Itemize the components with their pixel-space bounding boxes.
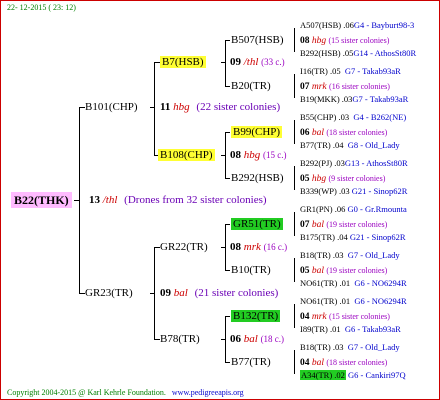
g2-drone-info: 06 bal (18 c.): [230, 333, 285, 345]
g3-queen[interactable]: GR51(TR): [231, 218, 283, 230]
g4-entry: B339(WP) .03 G21 - Sinop62R: [300, 186, 408, 196]
tree-line: [225, 178, 230, 179]
g4-entry: NO61(TR) .01 G6 - NO6294R: [300, 296, 407, 306]
g4-entry: B55(CHP) .03 G4 - B262(NE): [300, 112, 407, 122]
g2-drone-info: 08 hbg (15 c.): [230, 149, 287, 161]
pedigree-frame: 22- 12-2015 ( 23: 12) Copyright 2004-201…: [0, 0, 440, 400]
g4-entry: A507(HSB) .06G4 - Bayburt98-3: [300, 20, 415, 30]
g4-entry: I89(TR) .01 G6 - Takab93aR: [300, 324, 401, 334]
tree-line: [294, 28, 295, 52]
tree-line: [225, 316, 230, 317]
g4-entry: NO61(TR) .01 G6 - NO6294R: [300, 278, 407, 288]
g4-entry: GR1(PN) .06 G0 - Gr.Rmounta: [300, 204, 407, 214]
g3-queen[interactable]: B10(TR): [231, 263, 271, 277]
g3-queen[interactable]: B507(HSB): [231, 33, 284, 47]
g2-drone-info: 08 mrk (16 c.): [230, 241, 288, 253]
g4-entry: B292(HSB) .05G14 - AthosSt80R: [300, 48, 417, 58]
tree-line: [221, 155, 226, 156]
g1-drone-info: 11 hbg (22 sister colonies): [160, 101, 281, 113]
g3-drone-info: 06 bal (18 sister colonies): [300, 128, 388, 138]
tree-line: [294, 350, 295, 374]
g4-entry: I16(TR) .05 G7 - Takab93aR: [300, 66, 401, 76]
tree-line: [225, 132, 230, 133]
g3-drone-info: 08 hbg (15 sister colonies): [300, 36, 390, 46]
g3-drone-info: 05 bal (19 sister colonies): [300, 266, 388, 276]
tree-line: [294, 304, 295, 328]
g2-queen[interactable]: B7(HSB): [160, 56, 206, 68]
g4-entry: B19(MKK) .03G7 - Takab93aR: [300, 94, 409, 104]
tree-line: [150, 107, 155, 108]
tree-line: [225, 224, 230, 225]
tree-line: [294, 258, 295, 282]
g2-queen[interactable]: B108(CHP): [158, 149, 215, 161]
site-link[interactable]: www.pedigreeapis.org: [172, 388, 244, 397]
g3-queen[interactable]: B132(TR): [231, 310, 281, 322]
tree-line: [150, 293, 155, 294]
root-name[interactable]: B22(THK): [11, 192, 72, 208]
g4-entry: A34(TR) .02 G6 - Cankiri97Q: [300, 370, 406, 380]
root-queen: B22(THK): [11, 192, 72, 208]
g2-queen[interactable]: GR22(TR): [160, 240, 208, 254]
g4-entry: B18(TR) .03 G7 - Old_Lady: [300, 250, 400, 260]
g4-entry: B292(PJ) .03G13 - AthosSt80R: [300, 158, 408, 168]
g3-drone-info: 04 mrk (15 sister colonies): [300, 312, 390, 322]
g3-drone-info: 07 bal (19 sister colonies): [300, 220, 388, 230]
tree-line: [74, 200, 80, 201]
g1-queen[interactable]: GR23(TR): [85, 286, 133, 300]
copyright: Copyright 2004-2015 @ Karl Kehrle Founda…: [7, 388, 244, 397]
g3-drone-info: 07 mrk (16 sister colonies): [300, 82, 390, 92]
g3-queen[interactable]: B99(CHP): [231, 126, 283, 138]
g3-queen[interactable]: B20(TR): [231, 79, 271, 93]
g4-entry: B175(TR) .04 G21 - Sinop62R: [300, 232, 406, 242]
g1-queen[interactable]: B101(CHP): [85, 100, 138, 114]
timestamp: 22- 12-2015 ( 23: 12): [7, 3, 76, 12]
g2-queen[interactable]: B78(TR): [160, 332, 200, 346]
tree-line: [294, 212, 295, 236]
tree-line: [221, 62, 226, 63]
g4-entry: B18(TR) .03 G7 - Old_Lady: [300, 342, 400, 352]
g3-queen[interactable]: B292(HSB): [231, 171, 284, 185]
g2-drone-info: 09 /thl (33 c.): [230, 56, 285, 68]
g4-entry: B77(TR) .04 G8 - Old_Lady: [300, 140, 400, 150]
tree-line: [225, 40, 226, 86]
tree-line: [294, 120, 295, 144]
g3-queen[interactable]: B77(TR): [231, 355, 271, 369]
tree-line: [225, 362, 230, 363]
g1-drone-info: 09 bal (21 sister colonies): [160, 287, 279, 299]
tree-line: [225, 270, 230, 271]
tree-line: [221, 339, 226, 340]
g3-drone-info: 04 bal (18 sister colonies): [300, 358, 388, 368]
g3-drone-info: 05 hbg (9 sister colonies): [300, 174, 386, 184]
tree-line: [225, 86, 230, 87]
tree-line: [294, 166, 295, 190]
root-drone-info: 13 /thl (Drones from 32 sister colonies): [89, 194, 267, 206]
tree-line: [294, 74, 295, 98]
tree-line: [221, 247, 226, 248]
tree-line: [154, 62, 155, 155]
tree-line: [225, 40, 230, 41]
